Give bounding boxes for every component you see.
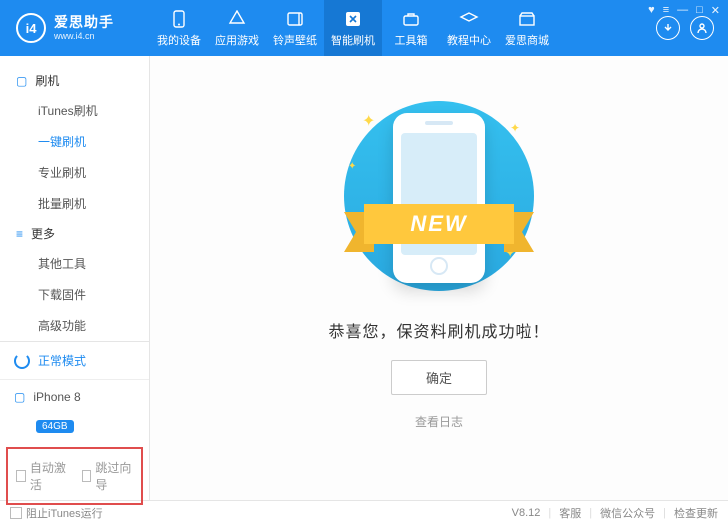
- block-itunes-checkbox[interactable]: 阻止iTunes运行: [10, 505, 103, 521]
- checkbox-icon: [10, 507, 22, 519]
- new-ribbon: NEW: [344, 196, 534, 252]
- device-name: iPhone 8: [33, 390, 80, 404]
- section-label: 更多: [31, 225, 55, 242]
- footer-left: 阻止iTunes运行: [10, 505, 103, 521]
- wallpaper-icon: [285, 9, 305, 29]
- header: i4 爱思助手 www.i4.cn 我的设备 应用游戏 铃声壁纸 智能刷机 工具…: [0, 0, 728, 56]
- sidebar-item-batch-flash[interactable]: 批量刷机: [0, 188, 149, 219]
- sidebar-section-more[interactable]: ≡ 更多: [0, 219, 149, 248]
- settings-icon[interactable]: ≡: [663, 4, 669, 17]
- logo[interactable]: i4 爱思助手 www.i4.cn: [0, 13, 150, 43]
- checkbox-label: 跳过向导: [95, 459, 133, 493]
- device-row[interactable]: ▢ iPhone 8 64GB: [0, 380, 149, 443]
- check-update-link[interactable]: 检查更新: [674, 505, 718, 521]
- nav-label: 铃声壁纸: [273, 32, 317, 48]
- logo-text: 爱思助手 www.i4.cn: [54, 14, 114, 42]
- sparkle-icon: ✦: [348, 161, 356, 172]
- apps-icon: [227, 9, 247, 29]
- nav-label: 我的设备: [157, 32, 201, 48]
- nav-label: 应用游戏: [215, 32, 259, 48]
- header-right: [642, 16, 728, 40]
- flash-icon: [343, 9, 363, 29]
- toolbox-icon: [401, 9, 421, 29]
- sidebar-item-other-tools[interactable]: 其他工具: [0, 248, 149, 279]
- checkbox-icon: [82, 470, 92, 482]
- list-icon: ≡: [16, 227, 23, 241]
- app-name: 爱思助手: [54, 14, 114, 31]
- footer-right: V8.12 | 客服 | 微信公众号 | 检查更新: [512, 505, 718, 521]
- refresh-icon: [14, 353, 30, 369]
- sidebar-item-pro-flash[interactable]: 专业刷机: [0, 157, 149, 188]
- checkbox-label: 自动激活: [30, 459, 68, 493]
- phone-icon: [169, 9, 189, 29]
- tutorial-icon: [459, 9, 479, 29]
- account-button[interactable]: [690, 16, 714, 40]
- sidebar-item-oneclick-flash[interactable]: 一键刷机: [0, 126, 149, 157]
- wechat-link[interactable]: 微信公众号: [600, 505, 655, 521]
- hero-illustration: ✦ ✦ ✦ ✦ NEW: [319, 96, 559, 296]
- device-icon: ▢: [14, 390, 25, 404]
- nav-toolbox[interactable]: 工具箱: [382, 0, 440, 56]
- sidebar-item-itunes-flash[interactable]: iTunes刷机: [0, 95, 149, 126]
- sidebar-section-flash[interactable]: ▢ 刷机: [0, 66, 149, 95]
- logo-icon: i4: [16, 13, 46, 43]
- sidebar-bottom: 正常模式 ▢ iPhone 8 64GB 自动激活 跳过向导: [0, 341, 149, 509]
- section-label: 刷机: [35, 72, 59, 89]
- nav-smart-flash[interactable]: 智能刷机: [324, 0, 382, 56]
- confirm-button[interactable]: 确定: [391, 360, 487, 395]
- checkbox-icon: [16, 470, 26, 482]
- device-mode-row[interactable]: 正常模式: [0, 342, 149, 380]
- minimize-icon[interactable]: ―: [677, 4, 688, 17]
- store-icon: [517, 9, 537, 29]
- nav-apps-games[interactable]: 应用游戏: [208, 0, 266, 56]
- window-controls: ♥ ≡ ― □ ✕: [648, 4, 720, 17]
- nav-my-device[interactable]: 我的设备: [150, 0, 208, 56]
- nav-tutorials[interactable]: 教程中心: [440, 0, 498, 56]
- nav-label: 爱思商城: [505, 32, 549, 48]
- close-icon[interactable]: ✕: [711, 4, 720, 17]
- nav-label: 教程中心: [447, 32, 491, 48]
- sidebar-scroll: ▢ 刷机 iTunes刷机 一键刷机 专业刷机 批量刷机 ≡ 更多 其他工具 下…: [0, 56, 149, 341]
- skip-guide-checkbox[interactable]: 跳过向导: [82, 459, 134, 493]
- view-log-link[interactable]: 查看日志: [415, 413, 463, 430]
- download-button[interactable]: [656, 16, 680, 40]
- body: ▢ 刷机 iTunes刷机 一键刷机 专业刷机 批量刷机 ≡ 更多 其他工具 下…: [0, 56, 728, 500]
- sparkle-icon: ✦: [362, 111, 375, 131]
- version-label: V8.12: [512, 507, 541, 519]
- flash-options-row: 自动激活 跳过向导: [6, 447, 143, 505]
- nav-label: 智能刷机: [331, 32, 375, 48]
- top-nav: 我的设备 应用游戏 铃声壁纸 智能刷机 工具箱 教程中心 爱思商城: [150, 0, 642, 56]
- main-content: ✦ ✦ ✦ ✦ NEW 恭喜您，保资料刷机成功啦！ 确定 查看日志: [150, 56, 728, 500]
- sidebar-item-advanced[interactable]: 高级功能: [0, 310, 149, 341]
- nav-store[interactable]: 爱思商城: [498, 0, 556, 56]
- maximize-icon[interactable]: □: [696, 4, 703, 17]
- ribbon-text: NEW: [364, 204, 514, 244]
- hero-circle: ✦ ✦ ✦ ✦ NEW: [344, 101, 534, 291]
- support-link[interactable]: 客服: [559, 505, 581, 521]
- nav-ringtone-wallpaper[interactable]: 铃声壁纸: [266, 0, 324, 56]
- sidebar-item-download-firmware[interactable]: 下载固件: [0, 279, 149, 310]
- checkbox-label: 阻止iTunes运行: [26, 505, 103, 521]
- device-capacity-badge: 64GB: [36, 420, 74, 433]
- phone-outline-icon: ▢: [16, 74, 27, 88]
- sparkle-icon: ✦: [510, 121, 520, 135]
- app-site: www.i4.cn: [54, 31, 114, 42]
- menu-icon[interactable]: ♥: [648, 4, 655, 17]
- auto-activate-checkbox[interactable]: 自动激活: [16, 459, 68, 493]
- nav-label: 工具箱: [395, 32, 428, 48]
- success-message: 恭喜您，保资料刷机成功啦！: [328, 318, 549, 342]
- device-mode-label: 正常模式: [38, 352, 86, 369]
- sidebar: ▢ 刷机 iTunes刷机 一键刷机 专业刷机 批量刷机 ≡ 更多 其他工具 下…: [0, 56, 150, 500]
